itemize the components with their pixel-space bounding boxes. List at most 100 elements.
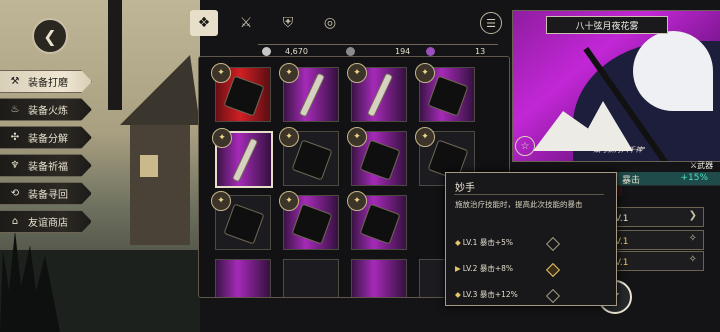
equipment-slot[interactable] [283, 259, 339, 297]
equipment-slot[interactable]: ✦ [211, 63, 271, 122]
rank-badge-icon: ✦ [279, 191, 299, 211]
equipment-slot[interactable]: ✦ [415, 63, 475, 122]
favorite-button[interactable]: ☆ [515, 136, 535, 156]
side-item-label: 装备分解 [28, 134, 68, 145]
tab-weapon[interactable]: ⚔ [232, 10, 260, 36]
silver-icon [262, 47, 271, 56]
favorite-star-icon: ☆ [520, 140, 530, 152]
resource-value: 4,670 [285, 47, 308, 56]
level-marker-icon: ▶ [455, 264, 461, 273]
level-marker-icon: ◆ [455, 290, 461, 299]
crit-value: +15% [680, 173, 708, 183]
equipment-slot-selected[interactable]: ✦ [212, 128, 273, 188]
rank-badge-icon: ✦ [212, 128, 232, 148]
equipment-slot[interactable]: ✦ [279, 127, 339, 186]
side-item-polish[interactable]: ⚒ 装备打磨 [0, 70, 92, 93]
equipment-slot[interactable]: ✦ [347, 191, 407, 250]
side-item-pray[interactable]: ♆ 装备祈福 [0, 154, 92, 177]
equipment-item-icon [366, 72, 394, 118]
rank-badge-icon: ✦ [211, 191, 231, 211]
equipment-item-icon [231, 137, 259, 183]
equipment-slot[interactable] [215, 259, 271, 297]
level-diamond-icon [545, 288, 561, 304]
tooltip-level-3: ◆ LV.3 暴击+12% [455, 290, 518, 299]
tooltip-level-1: ◆ LV.1 暴击+5% [455, 238, 514, 247]
resource-stone: 194 [346, 47, 410, 56]
resource-value: 13 [475, 47, 486, 56]
decompose-icon: ✣ [10, 132, 20, 143]
equipment-item-icon [359, 203, 401, 245]
retrieve-icon: ⟲ [10, 188, 20, 199]
side-item-decompose[interactable]: ✣ 装备分解 [0, 126, 92, 149]
resource-crystal: 13 [426, 47, 485, 56]
equipment-slot[interactable]: ✦ [347, 127, 407, 186]
equipment-item-icon [427, 75, 469, 117]
tab-armor[interactable]: ⛨ [274, 10, 302, 36]
weapon-type-label: ⚔武器 [690, 161, 714, 170]
house [130, 125, 190, 245]
side-menu: ⚒ 装备打磨 ♨ 装备火炼 ✣ 装备分解 ♆ 装备祈福 ⟲ 装备寻回 ⌂ 友谊商店 [0, 70, 92, 238]
equipment-slot[interactable]: ✦ [279, 63, 339, 122]
sword-icon: ⚔ [239, 15, 253, 31]
chevron-right-icon: ❯ [688, 210, 697, 221]
rank-badge-icon: ✦ [347, 63, 367, 83]
rank-badge-icon: ✦ [347, 191, 367, 211]
fire-icon: ♨ [10, 104, 20, 115]
side-item-shop[interactable]: ⌂ 友谊商店 [0, 210, 92, 233]
equipment-subtitle: "赋与新月八千神" [590, 146, 646, 154]
stone-icon [346, 47, 355, 56]
resource-value: 194 [395, 47, 411, 56]
filter-button[interactable]: ☰ [480, 12, 502, 34]
rank-badge-icon: ✦ [279, 63, 299, 83]
side-item-label: 装备祈福 [28, 162, 68, 173]
equipment-item-icon [359, 139, 401, 181]
equipment-item-icon [291, 139, 333, 181]
equipment-slot[interactable]: ✦ [279, 191, 339, 250]
resource-silver: 4,670 [262, 47, 308, 56]
back-button[interactable]: ❮ [32, 18, 68, 54]
side-item-label: 友谊商店 [28, 218, 68, 229]
tab-all[interactable]: ❖ [190, 10, 218, 36]
house-window [140, 155, 158, 177]
back-arrow-icon: ❮ [43, 26, 57, 46]
level-marker-icon: ◆ [455, 238, 461, 247]
rank-badge-icon: ✦ [211, 63, 231, 83]
equipment-title: 八十弦月夜花雾 [546, 16, 668, 34]
tooltip-description: 施放治疗技能时，提高此次技能的暴击 [455, 200, 583, 209]
rank-badge-icon: ✦ [347, 127, 367, 147]
level-diamond-icon [545, 262, 561, 278]
equipment-item-icon [298, 72, 326, 118]
crit-label: 暴击 [622, 176, 641, 186]
crystal-icon [426, 47, 435, 56]
house-roof [120, 55, 200, 125]
equipment-item-icon [291, 203, 333, 245]
tooltip-level-2: ▶ LV.2 暴击+8% [455, 264, 514, 273]
tab-accessory[interactable]: ◎ [316, 10, 344, 36]
upgrade-diamond-icon: ✧ [688, 233, 697, 244]
equipment-slot[interactable]: ✦ [347, 63, 407, 122]
shop-icon: ⌂ [11, 216, 19, 227]
crit-stat: 暴击 +15% [616, 172, 720, 186]
upgrade-diamond-icon: ✧ [688, 254, 697, 265]
equipment-slot[interactable] [351, 259, 407, 297]
level-diamond-icon [545, 236, 561, 252]
hammer-icon: ⚒ [10, 76, 20, 87]
tooltip-divider [454, 194, 604, 195]
equipment-slot[interactable]: ✦ [211, 191, 271, 250]
side-item-retrieve[interactable]: ⟲ 装备寻回 [0, 182, 92, 205]
side-item-label: 装备寻回 [28, 190, 68, 201]
skill-tooltip: 妙手 施放治疗技能时，提高此次技能的暴击 ◆ LV.1 暴击+5% ▶ LV.2 暴… [445, 172, 617, 306]
ring-icon: ◎ [323, 15, 337, 31]
filter-icon: ☰ [486, 16, 496, 30]
category-tabs: ❖ ⚔ ⛨ ◎ [190, 10, 344, 36]
side-item-label: 装备火炼 [28, 106, 68, 117]
all-icon: ❖ [197, 15, 211, 31]
equipment-item-icon [223, 203, 265, 245]
side-item-label: 装备打磨 [28, 78, 68, 89]
rank-badge-icon: ✦ [279, 127, 299, 147]
rank-badge-icon: ✦ [415, 63, 435, 83]
armor-icon: ⛨ [282, 15, 294, 31]
side-item-forge[interactable]: ♨ 装备火炼 [0, 98, 92, 121]
wave-crest-art [633, 31, 713, 111]
equipment-item-icon [223, 75, 265, 117]
